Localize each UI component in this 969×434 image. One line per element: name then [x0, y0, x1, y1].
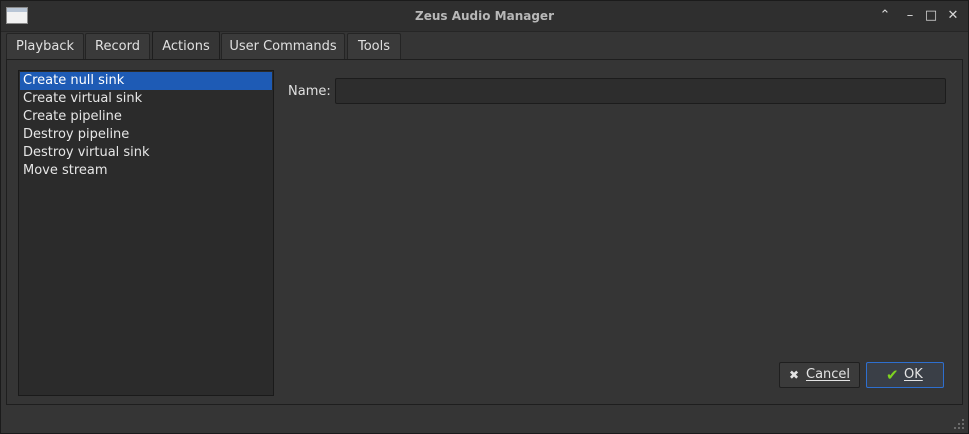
list-item-destroy-pipeline[interactable]: Destroy pipeline: [20, 126, 272, 144]
cancel-button-label: Cancel: [806, 367, 851, 382]
tab-actions[interactable]: Actions: [152, 31, 220, 60]
cancel-button[interactable]: ✖ Cancel: [779, 362, 860, 388]
close-window-icon[interactable]: ✕: [945, 8, 961, 24]
shade-window-icon[interactable]: ⌃: [877, 8, 893, 24]
list-item-move-stream[interactable]: Move stream: [20, 162, 272, 180]
list-item-destroy-virtual-sink[interactable]: Destroy virtual sink: [20, 144, 272, 162]
main-window: Zeus Audio Manager ⌃ – □ ✕ Playback Reco…: [0, 0, 969, 434]
ok-button-label: OK: [904, 367, 923, 382]
maximize-window-icon[interactable]: □: [923, 8, 939, 24]
list-item-create-pipeline[interactable]: Create pipeline: [20, 108, 272, 126]
ok-button[interactable]: ✔ OK: [866, 362, 944, 388]
resize-grip[interactable]: [954, 419, 964, 429]
tab-playback[interactable]: Playback: [6, 33, 84, 60]
name-label: Name:: [288, 84, 331, 99]
title-bar[interactable]: Zeus Audio Manager ⌃ – □ ✕: [1, 1, 968, 32]
minimize-window-icon[interactable]: –: [902, 8, 918, 24]
name-input[interactable]: [335, 78, 946, 104]
tab-tools[interactable]: Tools: [347, 33, 401, 60]
tab-record[interactable]: Record: [85, 33, 150, 60]
tab-user-commands[interactable]: User Commands: [221, 33, 345, 60]
actions-list[interactable]: Create null sink Create virtual sink Cre…: [18, 70, 274, 396]
checkmark-icon: ✔: [886, 366, 899, 384]
window-title: Zeus Audio Manager: [415, 9, 554, 23]
close-icon: ✖: [789, 368, 800, 382]
actions-page: Create null sink Create virtual sink Cre…: [6, 59, 963, 405]
list-item-create-virtual-sink[interactable]: Create virtual sink: [20, 90, 272, 108]
list-item-create-null-sink[interactable]: Create null sink: [20, 72, 272, 90]
